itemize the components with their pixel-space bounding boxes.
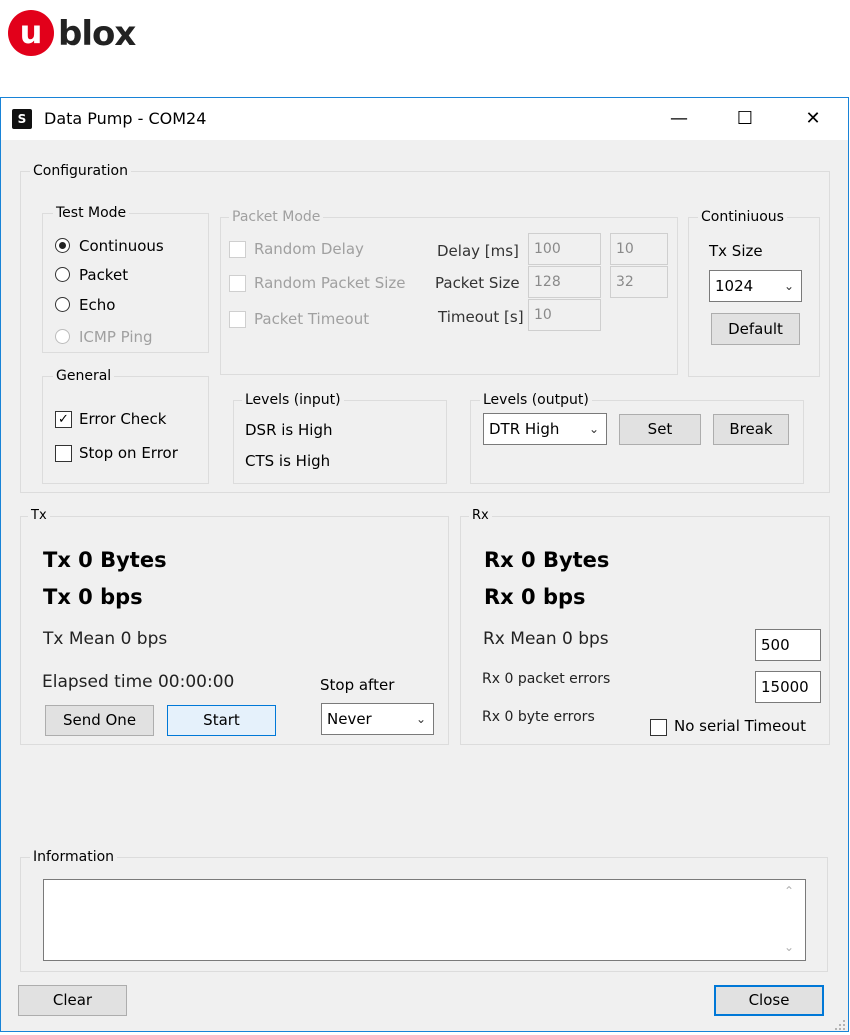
timeout-label: Timeout [s] — [438, 308, 524, 326]
rx-bps: Rx 0 bps — [484, 585, 586, 609]
packet-size-min-field[interactable]: 128 — [528, 266, 601, 298]
radio-echo-label: Echo — [79, 296, 116, 314]
radio-packet[interactable] — [55, 267, 70, 282]
tx-size-select[interactable]: 1024 ⌄ — [709, 270, 802, 302]
random-packet-size-checkbox[interactable] — [229, 275, 246, 292]
delay-max-field[interactable]: 10 — [610, 233, 668, 265]
scroll-up-icon[interactable]: ⌃ — [784, 884, 794, 898]
rx-bytes: Rx 0 Bytes — [484, 548, 610, 572]
tx-bytes: Tx 0 Bytes — [43, 548, 167, 572]
radio-icmp-ping[interactable] — [55, 329, 70, 344]
test-mode-legend: Test Mode — [53, 204, 130, 222]
rx-legend: Rx — [469, 507, 492, 525]
dsr-status: DSR is High — [245, 421, 333, 439]
radio-continuous-label: Continuous — [79, 237, 164, 255]
radio-packet-label: Packet — [79, 266, 129, 284]
levels-output-legend: Levels (output) — [480, 391, 592, 409]
packet-timeout-checkbox[interactable] — [229, 311, 246, 328]
elapsed-time: Elapsed time 00:00:00 — [42, 672, 235, 692]
radio-echo[interactable] — [55, 297, 70, 312]
resize-grip-svg — [835, 1020, 845, 1030]
error-check-checkbox[interactable]: ✓ — [55, 411, 72, 428]
random-delay-label: Random Delay — [254, 240, 364, 258]
information-legend: Information — [30, 848, 118, 866]
random-packet-size-label: Random Packet Size — [254, 274, 406, 292]
tx-mean: Tx Mean 0 bps — [43, 629, 168, 649]
continuous-legend: Continiuous — [698, 208, 787, 226]
random-delay-checkbox[interactable] — [229, 241, 246, 258]
app-icon: S — [12, 109, 32, 129]
close-window-button[interactable]: ✕ — [790, 100, 836, 138]
stop-after-label: Stop after — [320, 676, 395, 694]
timeout-field[interactable]: 10 — [528, 299, 601, 331]
set-button[interactable]: Set — [619, 414, 701, 445]
stop-on-error-label: Stop on Error — [79, 444, 178, 462]
resize-grip-icon[interactable] — [834, 1016, 846, 1030]
close-button[interactable]: Close — [714, 985, 824, 1016]
window-title: Data Pump - COM24 — [44, 109, 207, 128]
no-serial-timeout-checkbox[interactable] — [650, 719, 667, 736]
default-button[interactable]: Default — [711, 313, 800, 345]
tx-size-label: Tx Size — [709, 242, 763, 260]
chevron-down-icon: ⌄ — [783, 279, 794, 293]
rx-field-15000[interactable]: 15000 — [755, 671, 821, 703]
start-button[interactable]: Start — [167, 705, 276, 736]
send-one-button[interactable]: Send One — [45, 705, 154, 736]
stop-on-error-checkbox[interactable] — [55, 445, 72, 462]
dtr-select[interactable]: DTR High ⌄ — [483, 413, 607, 445]
packet-timeout-label: Packet Timeout — [254, 310, 370, 328]
rx-packet-errors: Rx 0 packet errors — [482, 671, 611, 687]
stop-after-select[interactable]: Never ⌄ — [321, 703, 434, 735]
levels-input-legend: Levels (input) — [242, 391, 344, 409]
tx-legend: Tx — [28, 507, 50, 525]
rx-field-500[interactable]: 500 — [755, 629, 821, 661]
no-serial-timeout-label: No serial Timeout — [674, 717, 806, 735]
minimize-button[interactable]: — — [656, 100, 702, 138]
chevron-down-icon: ⌄ — [415, 712, 426, 726]
ublox-logo-text: blox — [58, 14, 136, 54]
maximize-button[interactable]: ☐ — [722, 100, 768, 138]
radio-icmp-ping-label: ICMP Ping — [79, 328, 153, 346]
clear-button[interactable]: Clear — [18, 985, 127, 1016]
break-button[interactable]: Break — [713, 414, 789, 445]
stop-after-value: Never — [327, 710, 372, 728]
rx-mean: Rx Mean 0 bps — [483, 629, 609, 649]
tx-bps: Tx 0 bps — [43, 585, 143, 609]
packet-mode-legend: Packet Mode — [229, 208, 324, 226]
dtr-value: DTR High — [489, 420, 560, 438]
delay-label: Delay [ms] — [437, 242, 519, 260]
general-group — [42, 376, 209, 484]
packet-size-label: Packet Size — [435, 274, 520, 292]
packet-size-max-field[interactable]: 32 — [610, 266, 668, 298]
delay-min-field[interactable]: 100 — [528, 233, 601, 265]
chevron-down-icon: ⌄ — [588, 422, 599, 436]
checkmark-icon: ✓ — [58, 412, 69, 427]
tx-size-value: 1024 — [715, 277, 754, 295]
ublox-logo-u: u — [19, 13, 43, 51]
error-check-label: Error Check — [79, 410, 167, 428]
radio-continuous[interactable] — [55, 238, 70, 253]
scroll-down-icon[interactable]: ⌄ — [784, 940, 794, 954]
configuration-legend: Configuration — [30, 162, 131, 180]
information-textarea[interactable] — [43, 879, 806, 961]
levels-input-group — [233, 400, 447, 484]
cts-status: CTS is High — [245, 452, 331, 470]
rx-byte-errors: Rx 0 byte errors — [482, 709, 595, 725]
general-legend: General — [53, 367, 115, 385]
